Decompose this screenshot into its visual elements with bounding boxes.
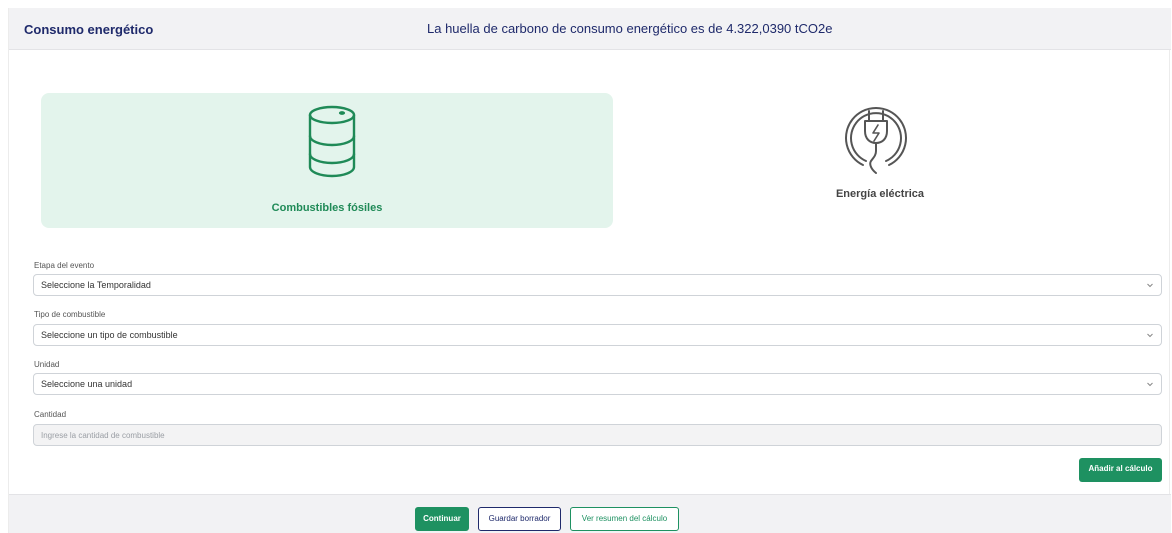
quantity-input-placeholder: Ingrese la cantidad de combustible [41, 431, 165, 440]
energy-consumption-card: Consumo energético La huella de carbono … [8, 8, 1171, 533]
continue-button[interactable]: Continuar [415, 507, 469, 531]
unit-select-value: Seleccione una unidad [41, 379, 133, 389]
quantity-input[interactable]: Ingrese la cantidad de combustible [33, 424, 1162, 446]
electric-plug-icon [845, 106, 907, 174]
chevron-down-icon [1147, 283, 1153, 288]
view-summary-button[interactable]: Ver resumen del cálculo [570, 507, 679, 531]
category-tile-fossil-fuels[interactable]: Combustibles fósiles [41, 93, 613, 228]
unit-label: Unidad [34, 360, 60, 369]
save-draft-button[interactable]: Guardar borrador [478, 507, 561, 531]
stage-select[interactable]: Seleccione la Temporalidad [33, 274, 1162, 296]
card-footer: Continuar Guardar borrador Ver resumen d… [9, 494, 1171, 533]
fuel-type-select[interactable]: Seleccione un tipo de combustible [33, 324, 1162, 346]
card-header: Consumo energético La huella de carbono … [9, 8, 1171, 50]
carbon-footprint-summary: La huella de carbono de consumo energéti… [427, 21, 833, 36]
fuel-type-select-value: Seleccione un tipo de combustible [41, 330, 178, 340]
add-to-calculation-button[interactable]: Añadir al cálculo [1079, 458, 1162, 482]
category-tile-electric-energy[interactable]: Energía eléctrica [613, 93, 1147, 228]
stage-select-value: Seleccione la Temporalidad [41, 280, 151, 290]
stage-label: Etapa del evento [34, 261, 95, 270]
category-label: Energía eléctrica [835, 188, 925, 200]
fuel-barrel-icon [308, 105, 356, 178]
fuel-type-label: Tipo de combustible [34, 310, 106, 319]
category-label: Combustibles fósiles [271, 202, 383, 214]
chevron-down-icon [1147, 333, 1153, 338]
page-title: Consumo energético [24, 22, 154, 37]
chevron-down-icon [1147, 382, 1153, 387]
unit-select[interactable]: Seleccione una unidad [33, 373, 1162, 395]
quantity-label: Cantidad [34, 410, 67, 419]
